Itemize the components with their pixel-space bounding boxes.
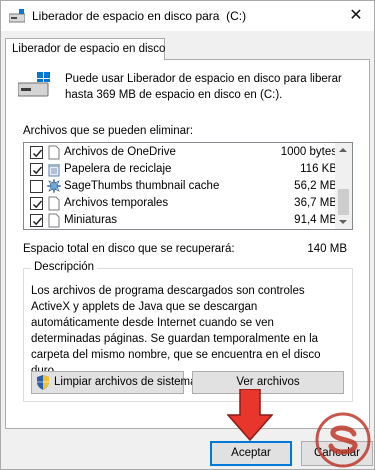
file-icon [48,213,60,228]
item-name: Papelera de reciclaje [64,163,172,175]
sagethumbs-icon [47,179,61,194]
total-space-label: Espacio total en disco que se recuperará… [23,243,235,255]
window-title: Liberador de espacio en disco para (C:) [32,9,247,23]
list-item[interactable]: Archivos temporales 36,7 MB [24,195,337,212]
scroll-down-icon[interactable] [339,220,347,224]
checkbox[interactable] [30,180,43,193]
clean-system-files-button[interactable]: Limpiar archivos de sistema [31,371,197,394]
files-list[interactable]: Archivos de OneDrive 1000 bytes Papelera… [23,142,353,230]
item-size: 56,2 MB [294,180,337,192]
scroll-up-icon[interactable] [339,148,347,152]
checkbox[interactable] [30,163,43,176]
total-space-value: 140 MB [307,243,347,255]
item-name: Miniaturas [64,214,118,226]
intro-text: Puede usar Liberador de espacio en disco… [65,73,342,101]
checkbox[interactable] [30,146,43,159]
tab-disk-cleanup[interactable]: Liberador de espacio en disco [5,38,165,60]
disk-cleanup-app-icon [9,9,25,23]
red-arrow-icon [227,389,273,441]
tab-label: Liberador de espacio en disco [12,43,166,55]
clean-system-files-label: Limpiar archivos de sistema [54,376,197,388]
item-size: 91,4 MB [294,214,337,226]
close-button[interactable]: ✕ [346,6,366,26]
vertical-scrollbar[interactable] [335,143,352,229]
item-name: Archivos temporales [64,197,169,209]
list-item[interactable]: Miniaturas 91,4 MB [24,212,337,229]
file-icon [48,196,60,211]
uac-shield-icon [37,375,49,390]
description-title: Descripción [31,261,98,273]
list-item[interactable]: SageThumbs thumbnail cache 56,2 MB [24,178,337,195]
files-list-label: Archivos que se pueden eliminar: [23,125,194,137]
file-icon [48,145,60,160]
item-size: 36,7 MB [294,197,337,209]
checkbox[interactable] [30,214,43,227]
item-name: Archivos de OneDrive [64,146,176,158]
title-bar: Liberador de espacio en disco para (C:) … [1,1,374,31]
recycle-bin-icon [48,164,60,177]
checkbox[interactable] [30,197,43,210]
disk-cleanup-window: Liberador de espacio en disco para (C:) … [0,0,375,470]
drive-icon [18,72,50,97]
ok-button[interactable]: Aceptar [210,441,292,466]
watermark-logo-icon [315,412,371,468]
item-size: 116 KB [300,163,337,175]
scrollbar-thumb[interactable] [338,189,349,215]
list-item[interactable]: Archivos de OneDrive 1000 bytes [24,144,337,161]
list-item[interactable]: Papelera de reciclaje 116 KB [24,161,337,178]
item-size: 1000 bytes [280,146,337,158]
description-text: Los archivos de programa descargados son… [31,285,321,377]
item-name: SageThumbs thumbnail cache [64,180,220,192]
